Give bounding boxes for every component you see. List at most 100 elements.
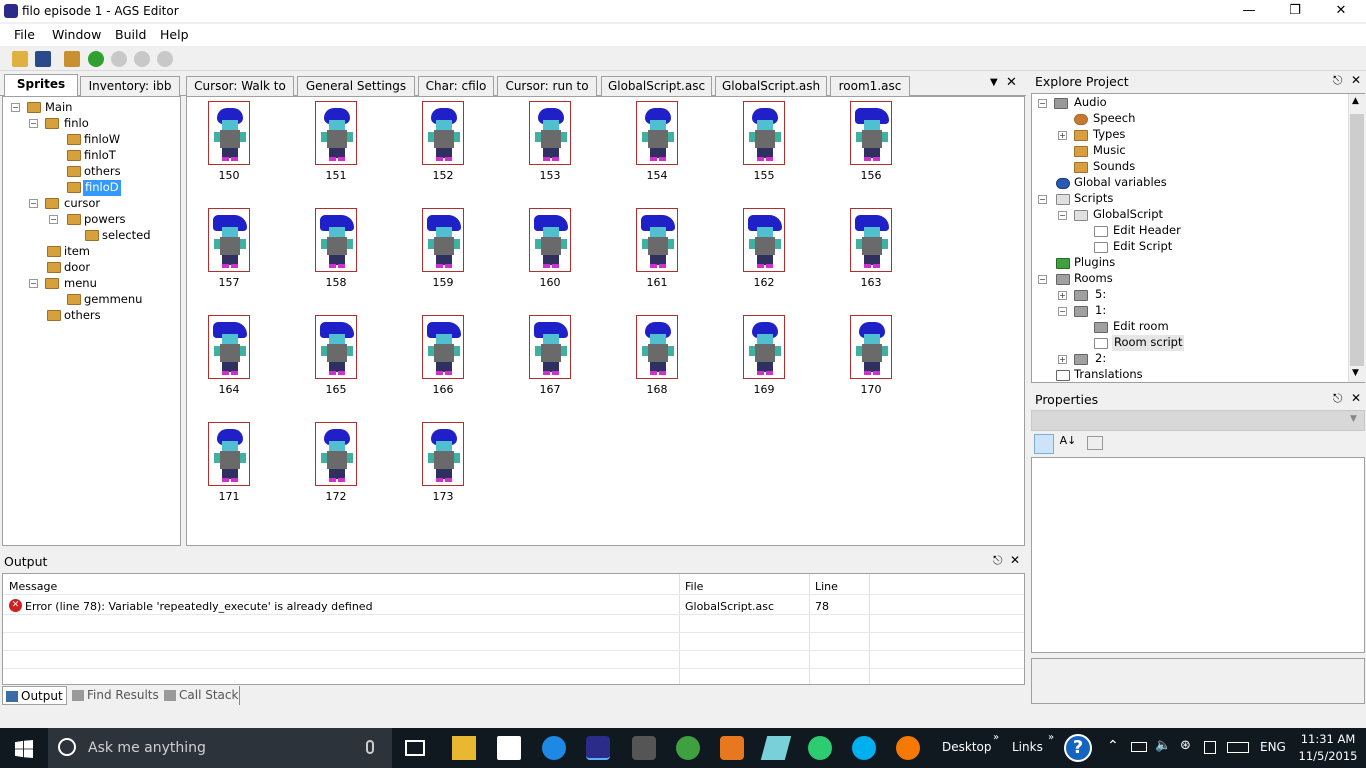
collapse-scripts-icon[interactable]: − — [1038, 195, 1047, 204]
scroll-up-icon[interactable]: ▲ — [1352, 96, 1359, 106]
explore-speech[interactable]: Speech — [1093, 111, 1135, 127]
sprite-thumbnail[interactable] — [636, 208, 678, 272]
tab-globalscript-ash[interactable]: GlobalScript.ash — [715, 76, 827, 96]
stop-icon[interactable] — [157, 51, 173, 67]
sprite-thumbnail[interactable] — [850, 208, 892, 272]
collapse-menu-icon[interactable]: − — [29, 279, 38, 288]
tree-node-door[interactable]: door — [64, 260, 90, 276]
explore-scripts[interactable]: Scripts — [1074, 191, 1113, 207]
maximize-button[interactable]: ❐ — [1272, 0, 1318, 22]
collapse-rooms-icon[interactable]: − — [1038, 275, 1047, 284]
pause-icon[interactable] — [111, 51, 127, 67]
sprite-thumbnail[interactable] — [422, 315, 464, 379]
links-toolbar[interactable]: Links — [1012, 740, 1043, 754]
sprite-thumbnail[interactable] — [636, 315, 678, 379]
explore-edit-room[interactable]: Edit room — [1113, 319, 1169, 335]
help-icon[interactable]: ? — [1064, 734, 1092, 762]
sprite-thumbnail[interactable] — [743, 315, 785, 379]
desktop-toolbar[interactable]: Desktop — [942, 740, 992, 754]
save-icon[interactable] — [35, 51, 51, 67]
categorized-icon[interactable] — [1034, 434, 1054, 454]
collapse-room-1-icon[interactable]: − — [1058, 307, 1067, 316]
alphabetical-icon[interactable]: A↓ — [1058, 434, 1078, 454]
tree-node-others-finlo[interactable]: others — [84, 164, 121, 180]
sprite-thumbnail[interactable] — [529, 315, 571, 379]
column-header-file[interactable]: File — [685, 580, 703, 593]
close-panel-icon[interactable]: ✕ — [1010, 553, 1020, 567]
collapse-globalscript-icon[interactable]: − — [1058, 211, 1067, 220]
sprite-thumbnail[interactable] — [315, 422, 357, 486]
tab-inventory-ibb[interactable]: Inventory: ibb — [80, 76, 180, 96]
tab-call-stack[interactable]: Call Stack — [162, 686, 240, 705]
sprite-thumbnail[interactable] — [422, 101, 464, 165]
tab-output[interactable]: Output — [2, 686, 67, 705]
sprite-thumbnail[interactable] — [208, 101, 250, 165]
explore-sounds[interactable]: Sounds — [1093, 159, 1135, 175]
tree-node-finlod[interactable]: finloD — [83, 180, 121, 196]
menu-help[interactable]: Help — [160, 27, 189, 42]
collapse-powers-icon[interactable]: − — [49, 215, 58, 224]
column-header-line[interactable]: Line — [815, 580, 838, 593]
close-panel-icon[interactable]: ✕ — [1351, 73, 1361, 87]
explore-audio[interactable]: Audio — [1074, 95, 1107, 111]
menu-window[interactable]: Window — [52, 27, 101, 42]
explore-room-1[interactable]: 1: — [1095, 303, 1106, 319]
tree-node-cursor[interactable]: cursor — [64, 196, 100, 212]
tree-node-gemmenu[interactable]: gemmenu — [84, 292, 142, 308]
open-folder-icon[interactable] — [12, 51, 28, 67]
battery-icon[interactable] — [1131, 742, 1147, 752]
sprite-thumbnail[interactable] — [636, 101, 678, 165]
ags-editor-icon[interactable] — [586, 736, 610, 760]
explore-translations[interactable]: Translations — [1074, 367, 1143, 383]
collapse-main-icon[interactable]: − — [11, 103, 20, 112]
tree-node-finlot[interactable]: finloT — [84, 148, 116, 164]
blender-icon[interactable] — [896, 736, 920, 760]
tree-node-item[interactable]: item — [64, 244, 90, 260]
minimize-button[interactable]: — — [1226, 0, 1272, 22]
sprite-thumbnail[interactable] — [208, 422, 250, 486]
properties-object-selector[interactable]: ▼ — [1031, 410, 1365, 431]
menu-file[interactable]: File — [14, 27, 35, 42]
explore-globalscript[interactable]: GlobalScript — [1093, 207, 1163, 223]
sprite-thumbnail[interactable] — [529, 101, 571, 165]
sprite-thumbnail[interactable] — [529, 208, 571, 272]
sprite-thumbnail[interactable] — [850, 101, 892, 165]
links-toolbar-chevron-icon[interactable]: » — [1048, 732, 1054, 743]
collapse-cursor-icon[interactable]: − — [29, 199, 38, 208]
sprite-thumbnail[interactable] — [315, 315, 357, 379]
tab-list-dropdown-icon[interactable]: ▼ — [990, 77, 998, 88]
tab-cursor-walk-to[interactable]: Cursor: Walk to — [186, 76, 294, 96]
collapse-audio-icon[interactable]: − — [1038, 99, 1047, 108]
column-header-message[interactable]: Message — [9, 580, 57, 593]
skype-icon[interactable] — [852, 736, 876, 760]
chevron-down-icon[interactable]: ▼ — [1350, 414, 1357, 424]
explore-room-2[interactable]: 2: — [1095, 351, 1106, 367]
run-icon[interactable] — [88, 51, 104, 67]
tree-node-others[interactable]: others — [64, 308, 101, 324]
wifi-icon[interactable]: ⊛ — [1180, 738, 1191, 753]
microphone-icon[interactable] — [366, 740, 374, 754]
headset-icon[interactable] — [808, 736, 832, 760]
task-view-icon[interactable] — [405, 740, 425, 756]
explore-plugins[interactable]: Plugins — [1074, 255, 1115, 271]
gimp-icon[interactable] — [632, 736, 656, 760]
tree-node-menu[interactable]: menu — [64, 276, 97, 292]
sprite-thumbnail[interactable] — [743, 101, 785, 165]
sprite-thumbnail[interactable] — [422, 208, 464, 272]
explore-room-script[interactable]: Room script — [1112, 335, 1185, 351]
tree-node-selected[interactable]: selected — [102, 228, 151, 244]
windows-start-icon[interactable] — [15, 740, 33, 758]
explore-edit-header[interactable]: Edit Header — [1113, 223, 1181, 239]
tab-find-results[interactable]: Find Results — [70, 686, 159, 705]
close-panel-icon[interactable]: ✕ — [1351, 391, 1361, 405]
tree-node-main[interactable]: Main — [45, 100, 72, 116]
sprite-thumbnail[interactable] — [422, 422, 464, 486]
expand-room-5-icon[interactable]: + — [1058, 291, 1067, 300]
menu-build[interactable]: Build — [115, 27, 146, 42]
tree-node-finlo[interactable]: finlo — [64, 116, 89, 132]
tab-globalscript-asc[interactable]: GlobalScript.asc — [601, 76, 712, 96]
notes-icon[interactable] — [760, 736, 792, 760]
pin-icon[interactable]: ⎋ — [1333, 73, 1343, 88]
explore-edit-script[interactable]: Edit Script — [1113, 239, 1172, 255]
notifications-icon[interactable] — [1204, 741, 1216, 754]
